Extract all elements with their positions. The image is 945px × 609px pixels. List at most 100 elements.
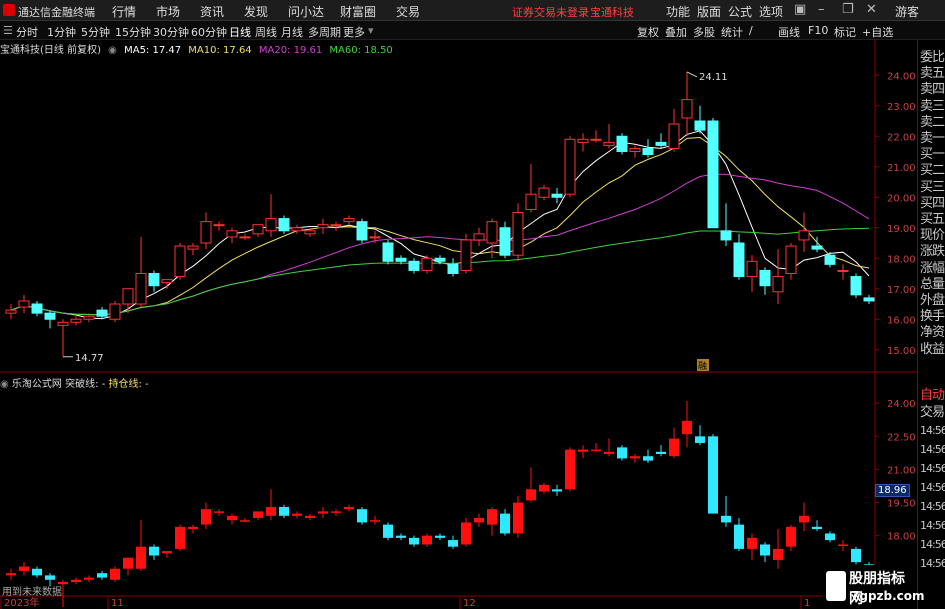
sub-candle-body: [266, 506, 276, 516]
period-tab-weekly[interactable]: 周线: [255, 24, 277, 40]
sub-candle-body: [604, 451, 614, 454]
trade-login-notice[interactable]: 证券交易未登录: [512, 4, 589, 20]
menu-discover[interactable]: 发现: [244, 3, 268, 20]
trade-label[interactable]: 交易: [920, 401, 945, 420]
candle-body: [538, 187, 550, 198]
menu-function[interactable]: 功能: [666, 3, 690, 20]
candle-body: [733, 242, 745, 278]
period-tab-1min[interactable]: 1分钟: [47, 24, 76, 40]
candle-body: [811, 245, 823, 250]
candle-body: [252, 224, 264, 235]
menu-ask[interactable]: 问小达: [288, 3, 324, 20]
candle-body: [213, 224, 225, 227]
menu-market[interactable]: 市场: [156, 3, 180, 20]
menu-options[interactable]: 选项: [759, 3, 783, 20]
sub-candle-body: [149, 546, 159, 556]
multi-stock-button[interactable]: 多股: [693, 24, 715, 40]
skin-icon[interactable]: ▣: [794, 2, 806, 17]
candle-body: [395, 257, 407, 262]
draw-line-button[interactable]: 画线: [778, 24, 800, 40]
candle-body: [109, 303, 121, 320]
app-name: 通达信金融终端: [18, 6, 95, 19]
sub-candle-body: [812, 526, 822, 530]
watermark: 股朋指标网 7gpzb.com: [823, 565, 925, 609]
candle-body: [525, 193, 537, 210]
sub-panel-title[interactable]: 乐淘公式网: [12, 379, 62, 390]
quote-field-label[interactable]: 收益: [920, 338, 945, 357]
watermark-url: 7gpzb.com: [851, 589, 925, 603]
menu-formula[interactable]: 公式: [728, 3, 752, 20]
minimize-icon[interactable]: –: [818, 2, 825, 17]
date-tick-label: 12: [463, 598, 476, 609]
candle-body: [70, 318, 82, 323]
sub-candle-body: [357, 509, 367, 523]
sub-candle-body: [786, 526, 796, 547]
candle-body: [850, 276, 862, 296]
period-tab-5min[interactable]: 5分钟: [81, 24, 110, 40]
period-tab-more[interactable]: 更多: [343, 24, 365, 40]
main-tick-label: 19.00: [887, 224, 916, 235]
sub-settings-icon[interactable]: ◉: [0, 379, 9, 390]
menu-layout[interactable]: 版面: [697, 3, 721, 20]
menu-news[interactable]: 资讯: [200, 3, 224, 20]
candle-body: [239, 236, 251, 239]
add-watchlist-button[interactable]: +自选: [862, 24, 893, 40]
restore-icon[interactable]: ❐: [842, 2, 854, 17]
main-panel-title[interactable]: 宝通科技(日线 前复权): [0, 45, 101, 56]
period-tab-30min[interactable]: 30分钟: [153, 24, 189, 40]
ma-line: [10, 227, 870, 316]
candle-body: [57, 321, 69, 326]
candle-body: [317, 224, 329, 229]
candle-body: [148, 273, 160, 287]
time-label: 14:56: [920, 519, 945, 532]
indicator-settings-icon[interactable]: ◉: [108, 45, 117, 56]
stats-button[interactable]: 统计: [721, 24, 743, 40]
sub-candle-body: [643, 456, 653, 461]
period-tab-monthly[interactable]: 月线: [281, 24, 303, 40]
date-tick-label: 1: [804, 598, 810, 609]
candle-body: [226, 230, 238, 238]
draw-line-icon[interactable]: ∕: [749, 24, 753, 37]
margin-flag-icon: [697, 359, 709, 371]
ma-line: [10, 173, 870, 316]
period-tab-15min[interactable]: 15分钟: [115, 24, 151, 40]
kline-chart[interactable]: 24.00 23.00 22.00 21.00 20.00 19.00 18.00 17.00…: [0, 0, 917, 609]
sub-candle-body: [279, 506, 289, 516]
time-label: 14:56: [920, 481, 945, 494]
period-tab-multi[interactable]: 多周期: [308, 24, 341, 40]
sub-candle-body: [71, 579, 81, 582]
main-tick-label: 23.00: [887, 102, 916, 113]
price-annotations: 24.11 14.77 融: [63, 71, 728, 372]
mark-button[interactable]: 标记: [834, 24, 856, 40]
candle-body: [304, 230, 316, 235]
candle-body: [824, 254, 836, 265]
candle-body: [343, 218, 355, 223]
menu-trade[interactable]: 交易: [396, 3, 420, 20]
main-tick-label: 20.00: [887, 193, 916, 204]
sub-candle-body: [526, 489, 536, 501]
menu-quote[interactable]: 行情: [112, 3, 136, 20]
adjust-button[interactable]: 复权: [637, 24, 659, 40]
menu-wealth[interactable]: 财富圈: [340, 3, 376, 20]
main-price-axis: 24.00 23.00 22.00 21.00 20.00 19.00 18.00 17.00…: [875, 71, 916, 357]
sub-candle-body: [656, 451, 666, 454]
candle-body: [486, 221, 498, 244]
main-tick-label: 16.00: [887, 315, 916, 326]
overlay-button[interactable]: 叠加: [665, 24, 687, 40]
user-label[interactable]: 游客: [895, 3, 919, 20]
date-tick-label: 11: [111, 598, 124, 609]
sub-tick-label: 19.50: [887, 499, 916, 510]
sub-candle-body: [123, 557, 133, 569]
candle-body: [616, 135, 628, 152]
f10-button[interactable]: F10: [808, 24, 828, 37]
sub-candle-body: [97, 573, 107, 578]
sub-candle-body: [201, 509, 211, 525]
sub-candle-body: [734, 524, 744, 549]
period-tab-daily[interactable]: 日线: [229, 24, 251, 40]
toolbar-menu-icon[interactable]: ☰: [3, 24, 13, 37]
sub-candle-body: [409, 537, 419, 545]
period-tab-60min[interactable]: 60分钟: [191, 24, 227, 40]
close-icon[interactable]: ✕: [866, 2, 877, 17]
more-dropdown-icon[interactable]: ▾: [368, 24, 374, 37]
period-tab-timeshare[interactable]: 分时: [16, 24, 38, 40]
